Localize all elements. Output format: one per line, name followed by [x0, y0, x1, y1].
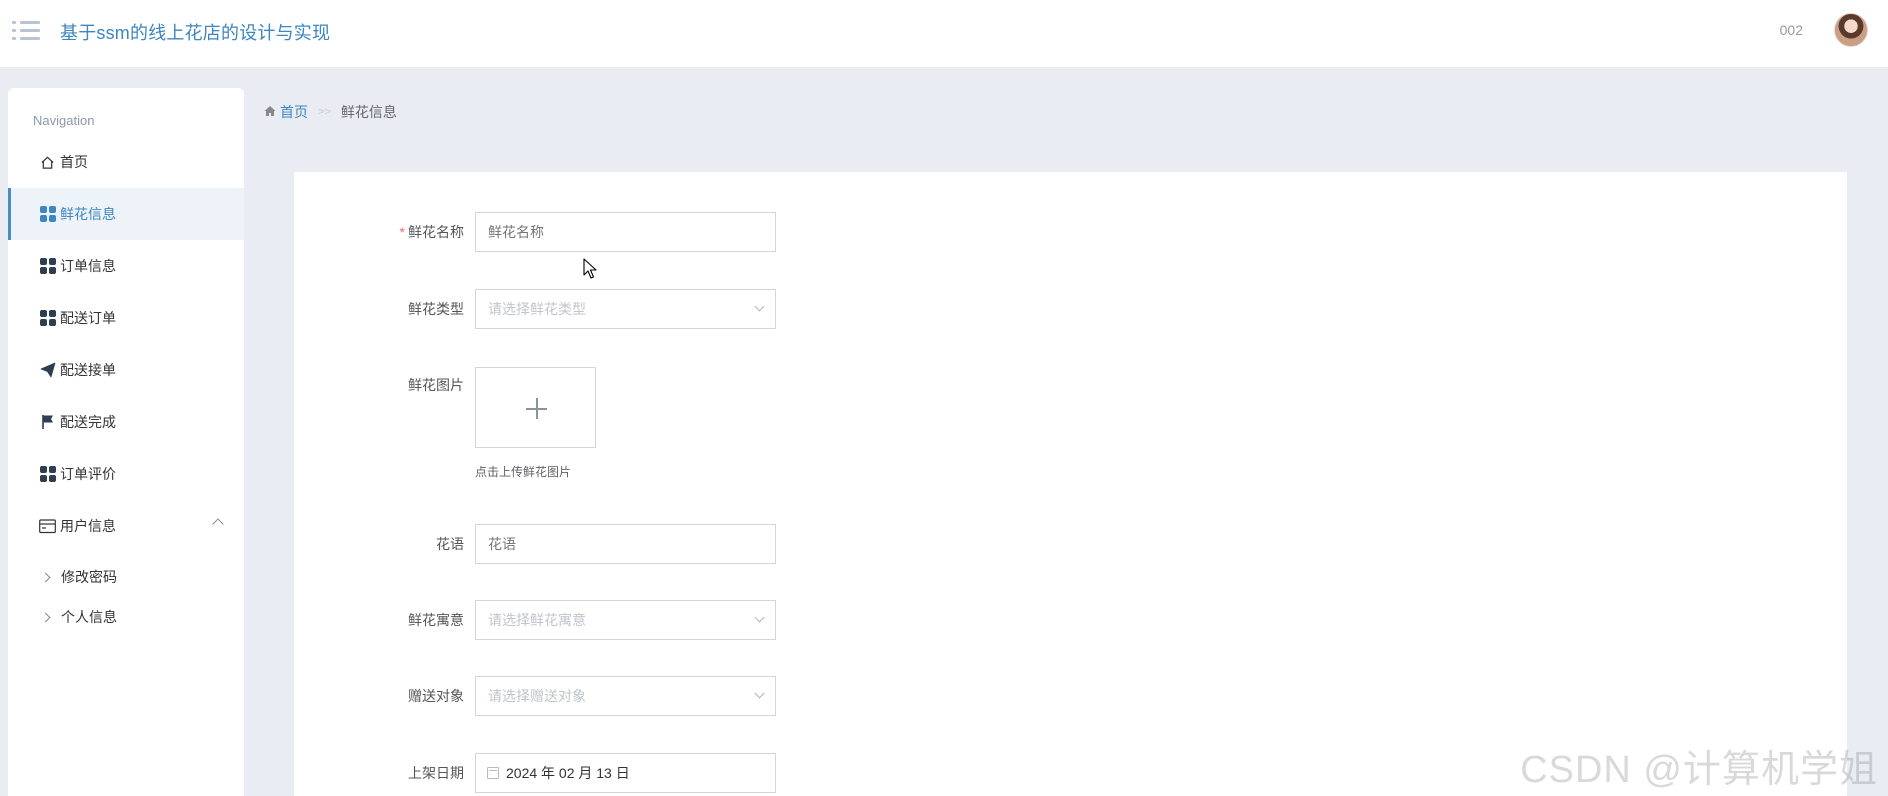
date-value: 2024 年 02 月 13 日 — [506, 765, 630, 781]
breadcrumb-home-link[interactable]: 首页 — [280, 102, 308, 122]
language-label: 花语 — [436, 536, 464, 552]
grid-icon — [39, 466, 56, 483]
sidebar-item-delivery-complete[interactable]: 配送完成 — [8, 396, 244, 448]
sidebar-item-label: 订单信息 — [60, 258, 116, 274]
type-label: 鲜花类型 — [408, 301, 464, 317]
name-label: * 鲜花名称 — [399, 224, 464, 240]
target-label: 赠送对象 — [408, 688, 464, 704]
sidebar-subitem-label: 个人信息 — [61, 609, 117, 625]
sidebar-item-order-review[interactable]: 订单评价 — [8, 448, 244, 500]
gift-target-select[interactable]: 请选择赠送对象 — [475, 676, 776, 716]
flower-type-select[interactable]: 请选择鲜花类型 — [475, 289, 776, 329]
user-name[interactable]: 002 — [1780, 22, 1803, 38]
sidebar-item-label: 配送完成 — [60, 414, 116, 430]
mouse-cursor-icon — [583, 258, 597, 285]
watermark: CSDN @计算机学姐 — [1520, 749, 1878, 791]
upload-hint: 点击上传鲜花图片 — [475, 465, 572, 479]
calendar-icon — [487, 767, 499, 779]
sidebar-item-label: 配送接单 — [60, 362, 116, 378]
sidebar-item-label: 配送订单 — [60, 310, 116, 326]
breadcrumb: 首页 >> 鲜花信息 — [264, 102, 397, 122]
date-label: 上架日期 — [408, 765, 464, 781]
app-title: 基于ssm的线上花店的设计与实现 — [60, 23, 331, 43]
select-placeholder: 请选择赠送对象 — [488, 688, 586, 704]
grid-icon — [39, 310, 56, 327]
sidebar-item-label: 用户信息 — [60, 518, 116, 534]
grid-icon — [39, 258, 56, 275]
select-placeholder: 请选择鲜花寓意 — [488, 612, 586, 628]
chevron-up-icon — [212, 518, 224, 530]
nav-title: Navigation — [33, 113, 95, 128]
flag-icon — [39, 414, 56, 431]
listing-date-picker[interactable]: 2024 年 02 月 13 日 — [475, 753, 776, 793]
form-card: *鲜花名称 鲜花类型 请选择鲜花类型 鲜花图片 点击上传鲜花图片 花语 鲜花寓意… — [294, 172, 1847, 796]
home-icon — [39, 154, 56, 171]
image-upload-button[interactable] — [475, 367, 596, 448]
sidebar-subitem-label: 修改密码 — [61, 569, 117, 585]
select-placeholder: 请选择鲜花类型 — [488, 301, 586, 317]
grid-icon — [39, 206, 56, 223]
chevron-down-icon — [754, 612, 765, 623]
sidebar-item-label: 订单评价 — [60, 466, 116, 482]
meaning-label: 鲜花寓意 — [408, 612, 464, 628]
menu-toggle-icon[interactable] — [12, 18, 40, 42]
sidebar-item-label: 首页 — [60, 154, 88, 170]
chevron-right-icon — [40, 612, 51, 622]
sidebar-subitem-personal-info[interactable]: 个人信息 — [8, 597, 244, 637]
chevron-down-icon — [754, 688, 765, 699]
chevron-down-icon — [754, 301, 765, 312]
top-header: 基于ssm的线上花店的设计与实现 002 — [0, 0, 1888, 67]
sidebar-item-flower-info[interactable]: 鲜花信息 — [8, 188, 244, 240]
sidebar-subitem-change-password[interactable]: 修改密码 — [8, 557, 244, 597]
sidebar-item-label: 鲜花信息 — [60, 206, 116, 222]
sidebar: Navigation 首页 鲜花信息 订单信息 配送订单 配送接单 配送完成 订… — [8, 88, 244, 796]
sidebar-item-order-info[interactable]: 订单信息 — [8, 240, 244, 292]
sidebar-item-home[interactable]: 首页 — [8, 136, 244, 188]
flower-name-input[interactable] — [475, 212, 776, 252]
sidebar-item-delivery-accept[interactable]: 配送接单 — [8, 344, 244, 396]
plus-icon-stroke — [536, 398, 538, 419]
required-asterisk: * — [399, 224, 405, 240]
flower-language-input[interactable] — [475, 524, 776, 564]
sidebar-item-delivery-orders[interactable]: 配送订单 — [8, 292, 244, 344]
home-icon — [264, 104, 276, 120]
paper-plane-icon — [39, 362, 56, 379]
avatar[interactable] — [1834, 13, 1868, 47]
breadcrumb-separator: >> — [318, 106, 331, 118]
breadcrumb-current: 鲜花信息 — [340, 104, 397, 120]
image-label: 鲜花图片 — [408, 377, 464, 393]
card-icon — [39, 518, 56, 535]
chevron-right-icon — [40, 572, 51, 582]
sidebar-item-user-info[interactable]: 用户信息 — [8, 500, 244, 552]
flower-meaning-select[interactable]: 请选择鲜花寓意 — [475, 600, 776, 640]
